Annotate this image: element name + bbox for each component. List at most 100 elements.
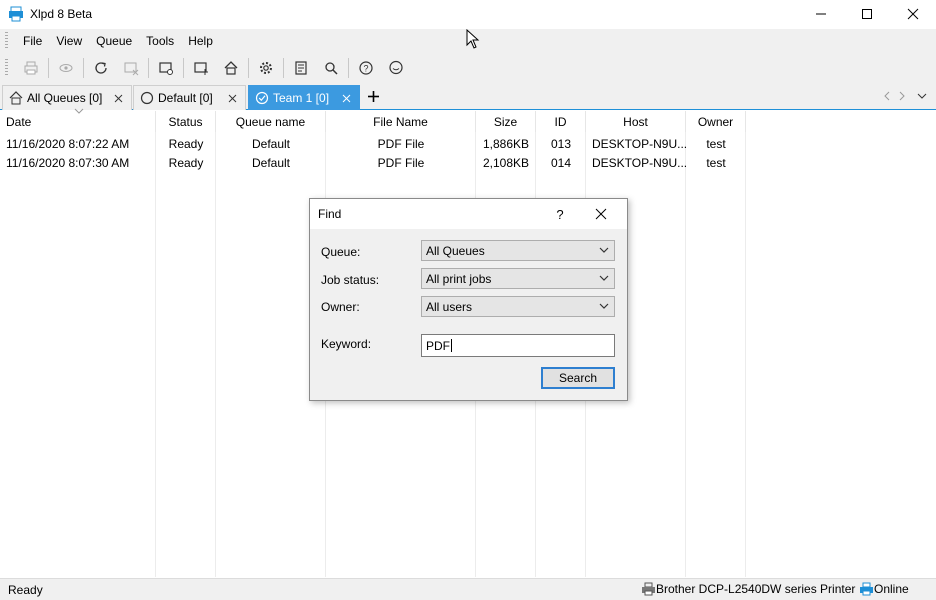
help-icon: ? <box>359 61 373 75</box>
job-status-label: Job status: <box>321 273 380 287</box>
refresh-icon <box>95 62 107 74</box>
queue-label: Queue: <box>321 245 361 259</box>
owner-label: Owner: <box>321 300 360 314</box>
chevron-down-icon <box>599 275 609 281</box>
toolbar-grip <box>5 59 8 77</box>
tab-scroll-right-button[interactable] <box>895 89 909 103</box>
print-icon <box>24 61 38 75</box>
close-window-button[interactable] <box>890 0 936 28</box>
tab-label: Default [0] <box>158 91 213 105</box>
svg-text:?: ? <box>363 64 368 74</box>
column-header-owner[interactable]: Owner <box>686 111 746 132</box>
cell-file-name: PDF File <box>377 136 425 151</box>
add-tab-button[interactable] <box>366 89 380 103</box>
settings-button[interactable] <box>254 56 278 80</box>
find-dialog: Find ? Queue: All Queues Job status: All… <box>309 198 628 401</box>
find-button[interactable] <box>319 56 343 80</box>
print-button[interactable] <box>19 56 43 80</box>
cell-date: 11/16/2020 8:07:22 AM <box>6 136 130 151</box>
keyword-label: Keyword: <box>321 337 372 351</box>
feedback-button[interactable] <box>384 56 408 80</box>
menu-grip <box>5 32 8 50</box>
keyword-input[interactable]: PDF <box>421 334 615 357</box>
column-header-status[interactable]: Status <box>156 111 216 132</box>
find-dialog-titlebar: Find ? <box>310 199 627 229</box>
chevron-down-icon <box>599 247 609 253</box>
close-icon <box>342 94 350 102</box>
dialog-close-button[interactable] <box>592 206 610 222</box>
tab-close-button[interactable] <box>339 91 353 105</box>
column-header-id[interactable]: ID <box>536 111 586 132</box>
menu-view[interactable]: View <box>49 34 89 48</box>
job-status-select-value: All print jobs <box>426 271 492 286</box>
job-status-select[interactable]: All print jobs <box>421 268 615 289</box>
preview-button[interactable] <box>54 56 78 80</box>
keyword-input-value: PDF <box>426 338 450 353</box>
add-queue-button[interactable] <box>189 56 213 80</box>
minimize-icon <box>816 13 826 15</box>
maximize-button[interactable] <box>844 0 890 28</box>
printer-icon <box>642 582 655 596</box>
title-bar: Xlpd 8 Beta <box>0 0 936 28</box>
chat-icon <box>389 60 403 75</box>
mouse-cursor-icon <box>466 29 480 49</box>
home-icon <box>224 61 238 75</box>
status-text: Ready <box>8 582 43 597</box>
chevron-right-icon <box>899 91 905 101</box>
close-icon <box>907 8 919 20</box>
tab-close-button[interactable] <box>225 91 239 105</box>
cell-status: Ready <box>168 136 204 151</box>
tab-default[interactable]: Default [0] <box>133 85 246 110</box>
queue-select[interactable]: All Queues <box>421 240 615 261</box>
owner-select[interactable]: All users <box>421 296 615 317</box>
log-button[interactable] <box>289 56 313 80</box>
tab-all-queues[interactable]: All Queues [0] <box>2 85 132 110</box>
cell-id: 013 <box>550 136 572 151</box>
cell-owner: test <box>706 155 726 170</box>
toolbar: ? <box>0 53 936 83</box>
column-header-queue-name[interactable]: Queue name <box>216 111 326 132</box>
circle-icon <box>140 91 154 105</box>
table-row[interactable]: 11/16/2020 8:07:22 AM Ready Default PDF … <box>0 134 746 153</box>
document-icon <box>295 61 307 75</box>
menu-tools[interactable]: Tools <box>139 34 181 48</box>
column-header-file-name[interactable]: File Name <box>326 111 476 132</box>
status-connection: Online <box>859 582 909 596</box>
cell-status: Ready <box>168 155 204 170</box>
home-button[interactable] <box>219 56 243 80</box>
home-icon <box>9 91 23 105</box>
queue-icon <box>159 62 173 75</box>
tab-team-1[interactable]: Team 1 [0] <box>248 85 360 110</box>
column-header-date[interactable]: Date <box>0 111 156 132</box>
minimize-button[interactable] <box>798 0 844 28</box>
printer-online-icon <box>860 582 873 596</box>
cancel-job-button[interactable] <box>119 56 143 80</box>
menu-file[interactable]: File <box>16 34 49 48</box>
window-title: Xlpd 8 Beta <box>30 7 93 21</box>
menu-queue[interactable]: Queue <box>89 34 139 48</box>
refresh-button[interactable] <box>89 56 113 80</box>
eye-icon <box>59 64 73 72</box>
search-button[interactable]: Search <box>541 367 615 389</box>
chevron-down-icon <box>599 303 609 309</box>
menu-help[interactable]: Help <box>181 34 220 48</box>
tab-close-button[interactable] <box>111 91 125 105</box>
text-caret <box>451 339 452 352</box>
tab-scroll-left-button[interactable] <box>880 89 894 103</box>
column-header-host[interactable]: Host <box>586 111 686 132</box>
table-row[interactable]: 11/16/2020 8:07:30 AM Ready Default PDF … <box>0 153 746 172</box>
tab-list-dropdown[interactable] <box>915 89 929 103</box>
cell-id: 014 <box>550 155 572 170</box>
search-icon <box>325 62 338 75</box>
find-dialog-title: Find <box>318 207 342 221</box>
queue-settings-button[interactable] <box>154 56 178 80</box>
dialog-help-button[interactable]: ? <box>546 206 574 222</box>
help-button[interactable]: ? <box>354 56 378 80</box>
tab-label: All Queues [0] <box>27 91 103 105</box>
column-header-size[interactable]: Size <box>476 111 536 132</box>
status-printer: Brother DCP-L2540DW series Printer <box>641 582 855 596</box>
cancel-icon <box>124 62 139 76</box>
check-circle-icon <box>255 91 269 105</box>
cell-queue-name: Default <box>251 136 291 151</box>
chevron-left-icon <box>884 91 890 101</box>
